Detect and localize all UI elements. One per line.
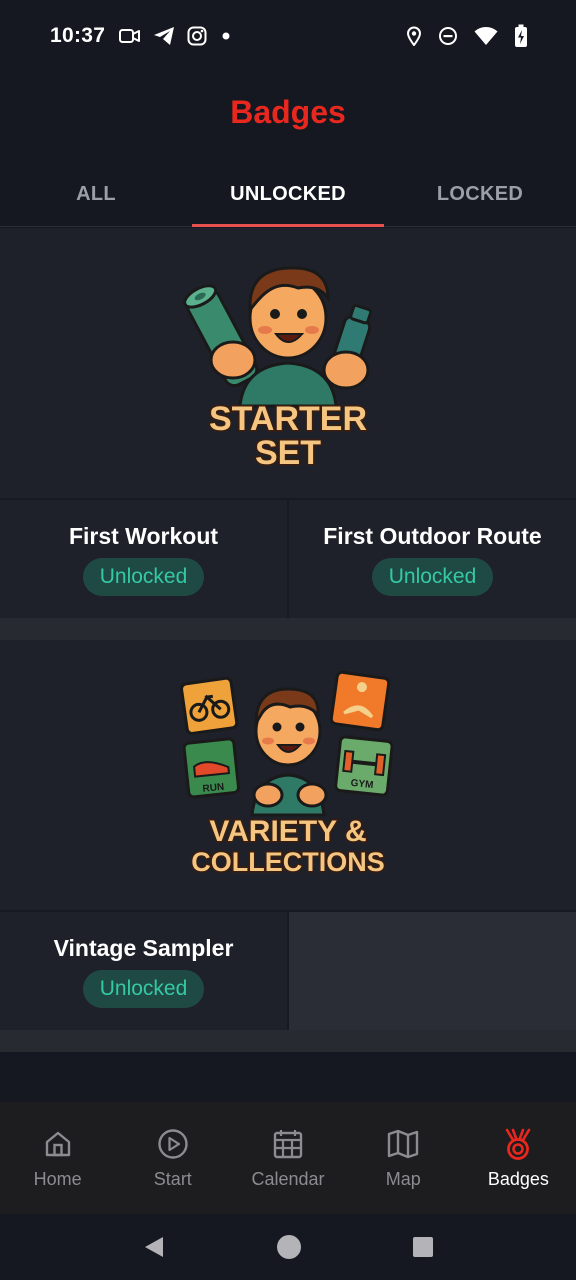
dot-icon: [219, 29, 233, 43]
nav-label: Calendar: [251, 1168, 325, 1189]
telegram-icon: [153, 26, 175, 46]
status-bar: 10:37: [0, 0, 576, 72]
badge-section-starter-set: STARTER SET First Workout Unlocked First…: [0, 228, 576, 618]
bottom-nav: Home Start Calendar Map Badges: [0, 1102, 576, 1214]
home-circle-icon[interactable]: [276, 1234, 302, 1260]
status-left-icons: [119, 26, 233, 46]
tab-all[interactable]: ALL: [0, 163, 192, 226]
map-icon: [386, 1127, 420, 1161]
nav-item-calendar[interactable]: Calendar: [230, 1102, 345, 1214]
nav-item-home[interactable]: Home: [0, 1102, 115, 1214]
nav-label: Home: [33, 1168, 82, 1189]
section-hero: RUN GYM VARIETY & COLLECTIONS: [0, 640, 576, 910]
home-icon: [41, 1127, 75, 1161]
logo-text-line1: VARIETY &: [209, 815, 366, 848]
section-divider: [0, 618, 576, 640]
badge-vintage-sampler[interactable]: Vintage Sampler Unlocked: [0, 912, 287, 1030]
status-badge: Unlocked: [82, 969, 205, 1008]
status-badge: Unlocked: [371, 557, 494, 596]
starter-set-logo: STARTER SET: [183, 266, 373, 474]
badge-row: First Workout Unlocked First Outdoor Rou…: [0, 498, 576, 618]
section-hero: STARTER SET: [0, 228, 576, 498]
badge-name: Vintage Sampler: [53, 934, 234, 961]
back-icon[interactable]: [142, 1235, 166, 1259]
logo-text-line2: SET: [255, 434, 321, 472]
tab-bar: ALL UNLOCKED LOCKED: [0, 163, 576, 227]
tab-unlocked[interactable]: UNLOCKED: [192, 163, 384, 227]
medal-icon: [501, 1127, 535, 1161]
nav-item-map[interactable]: Map: [346, 1102, 461, 1214]
badge-first-outdoor-route[interactable]: First Outdoor Route Unlocked: [287, 500, 576, 618]
video-camera-icon: [119, 28, 141, 44]
do-not-disturb-icon: [438, 26, 458, 46]
badge-list: STARTER SET First Workout Unlocked First…: [0, 228, 576, 1052]
recents-icon[interactable]: [412, 1236, 434, 1258]
tile-label-run: RUN: [202, 782, 225, 795]
nav-label: Badges: [487, 1168, 549, 1189]
badge-empty-slot: [287, 912, 576, 1030]
nav-item-start[interactable]: Start: [115, 1102, 230, 1214]
section-divider: [0, 1030, 576, 1052]
variety-collections-logo: RUN GYM VARIETY & COLLECTIONS: [180, 670, 394, 879]
wifi-icon: [474, 26, 498, 46]
badge-first-workout[interactable]: First Workout Unlocked: [0, 500, 287, 618]
system-nav-bar: [0, 1214, 576, 1280]
nav-label: Start: [153, 1168, 192, 1189]
logo-text-line2: COLLECTIONS: [191, 847, 385, 877]
battery-charging-icon: [514, 24, 528, 48]
status-time: 10:37: [50, 24, 106, 47]
badge-name: First Outdoor Route: [323, 522, 542, 549]
status-badge: Unlocked: [82, 557, 205, 596]
screen: 10:37 Badges ALL UNLOCKED LOCKED STARTER…: [0, 0, 576, 1280]
play-circle-icon: [156, 1127, 190, 1161]
page-title: Badges: [230, 94, 346, 130]
badge-section-variety-collections: RUN GYM VARIETY & COLLECTIONS Vintage Sa…: [0, 640, 576, 1030]
nav-label: Map: [385, 1168, 421, 1189]
status-right-icons: [406, 24, 528, 48]
logo-text-line1: STARTER: [209, 400, 367, 438]
tab-locked[interactable]: LOCKED: [384, 163, 576, 226]
badge-row: Vintage Sampler Unlocked: [0, 910, 576, 1030]
calendar-icon: [271, 1127, 305, 1161]
nav-item-badges[interactable]: Badges: [461, 1102, 576, 1214]
badge-name: First Workout: [68, 522, 219, 549]
location-icon: [406, 26, 422, 46]
instagram-icon: [187, 26, 207, 46]
